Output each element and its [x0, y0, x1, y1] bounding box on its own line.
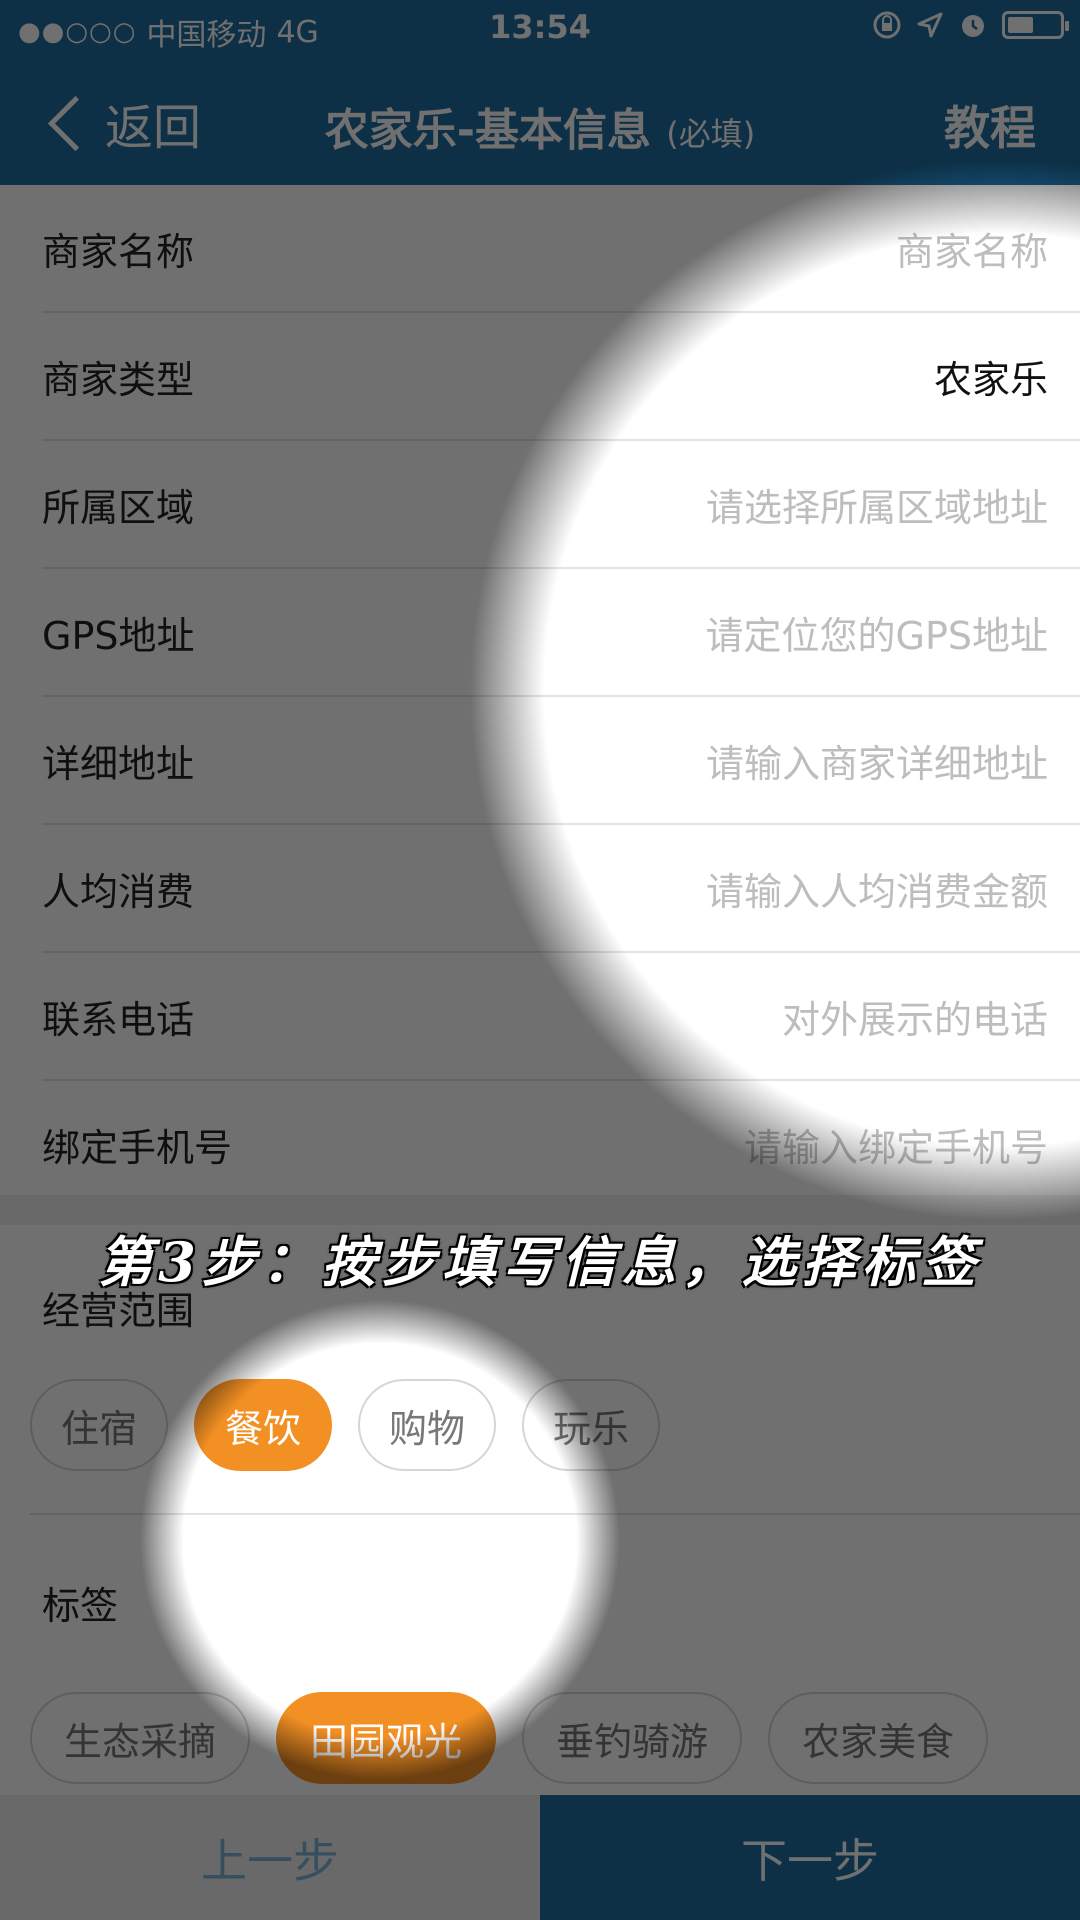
tags-title: 标签 — [42, 1584, 119, 1628]
tag-chips: 生态采摘 田园观光 垂钓骑游 农家美食 — [0, 1692, 1080, 1784]
prev-step-button[interactable]: 上一步 — [0, 1795, 540, 1920]
tag-chip-fishing[interactable]: 垂钓骑游 — [522, 1692, 742, 1784]
gps-locate-field[interactable]: 请定位您的GPS地址 — [706, 605, 1048, 660]
form-label: 绑定手机号 — [42, 1125, 233, 1170]
form-row-avg-spend[interactable]: 人均消费 请输入人均消费金额 — [42, 825, 1080, 953]
form-label: 商家名称 — [42, 229, 195, 274]
form-row-mobile[interactable]: 绑定手机号 请输入绑定手机号 — [42, 1081, 1080, 1207]
merchant-type-value[interactable]: 农家乐 — [934, 349, 1048, 404]
avg-spend-input[interactable]: 请输入人均消费金额 — [706, 861, 1048, 916]
next-step-button[interactable]: 下一步 — [540, 1795, 1080, 1920]
tag-chip-picking[interactable]: 生态采摘 — [30, 1692, 250, 1784]
form-label: 联系电话 — [42, 997, 195, 1042]
form-label: 商家类型 — [42, 357, 195, 402]
basic-info-form: 商家名称 商家名称 商家类型 农家乐 所属区域 请选择所属区域地址 GPS地址 … — [0, 185, 1080, 1207]
merchant-name-input[interactable]: 商家名称 — [896, 221, 1048, 276]
page-title: 农家乐-基本信息 (必填) — [0, 94, 1080, 158]
form-label: 人均消费 — [42, 869, 195, 914]
form-row-merchant-type[interactable]: 商家类型 农家乐 — [42, 313, 1080, 441]
business-scope-chips: 住宿 餐饮 购物 玩乐 — [0, 1379, 1080, 1471]
form-row-phone[interactable]: 联系电话 对外展示的电话 — [42, 953, 1080, 1081]
form-label: 所属区域 — [42, 485, 195, 530]
battery-icon — [1002, 11, 1069, 39]
status-icons — [872, 10, 1069, 40]
page-title-note: (必填) — [666, 115, 756, 153]
navigation-bar: 返回 农家乐-基本信息 (必填) 教程 — [0, 58, 1080, 185]
form-row-merchant-name[interactable]: 商家名称 商家名称 — [42, 185, 1080, 313]
form-row-address[interactable]: 详细地址 请输入商家详细地址 — [42, 697, 1080, 825]
tag-chip-sightseeing[interactable]: 田园观光 — [276, 1692, 496, 1784]
scope-chip-leisure[interactable]: 玩乐 — [522, 1379, 660, 1471]
tutorial-button[interactable]: 教程 — [944, 92, 1036, 158]
tag-chip-food[interactable]: 农家美食 — [768, 1692, 988, 1784]
page-title-text: 农家乐-基本信息 — [324, 105, 651, 156]
scope-chip-shopping[interactable]: 购物 — [358, 1379, 496, 1471]
status-bar: ●●○○○ 中国移动 4G 13:54 — [0, 0, 1080, 58]
phone-input[interactable]: 对外展示的电话 — [782, 989, 1048, 1044]
rotation-lock-icon — [873, 11, 901, 39]
alarm-clock-icon — [962, 15, 984, 37]
mobile-input[interactable]: 请输入绑定手机号 — [744, 1117, 1048, 1172]
scope-chip-lodging[interactable]: 住宿 — [30, 1379, 168, 1471]
tutorial-caption: 第3步：按步填写信息，选择标签 — [98, 1230, 982, 1294]
form-label: 详细地址 — [42, 741, 195, 786]
scope-chip-dining[interactable]: 餐饮 — [194, 1379, 332, 1471]
form-row-gps[interactable]: GPS地址 请定位您的GPS地址 — [42, 569, 1080, 697]
region-select[interactable]: 请选择所属区域地址 — [706, 477, 1048, 532]
form-row-region[interactable]: 所属区域 请选择所属区域地址 — [42, 441, 1080, 569]
address-input[interactable]: 请输入商家详细地址 — [706, 733, 1048, 788]
footer-actions: 上一步 下一步 — [0, 1795, 1080, 1920]
form-label: GPS地址 — [42, 613, 195, 658]
location-arrow-icon — [917, 12, 943, 38]
tags-section: 标签 生态采摘 田园观光 垂钓骑游 农家美食 — [0, 1515, 1080, 1795]
